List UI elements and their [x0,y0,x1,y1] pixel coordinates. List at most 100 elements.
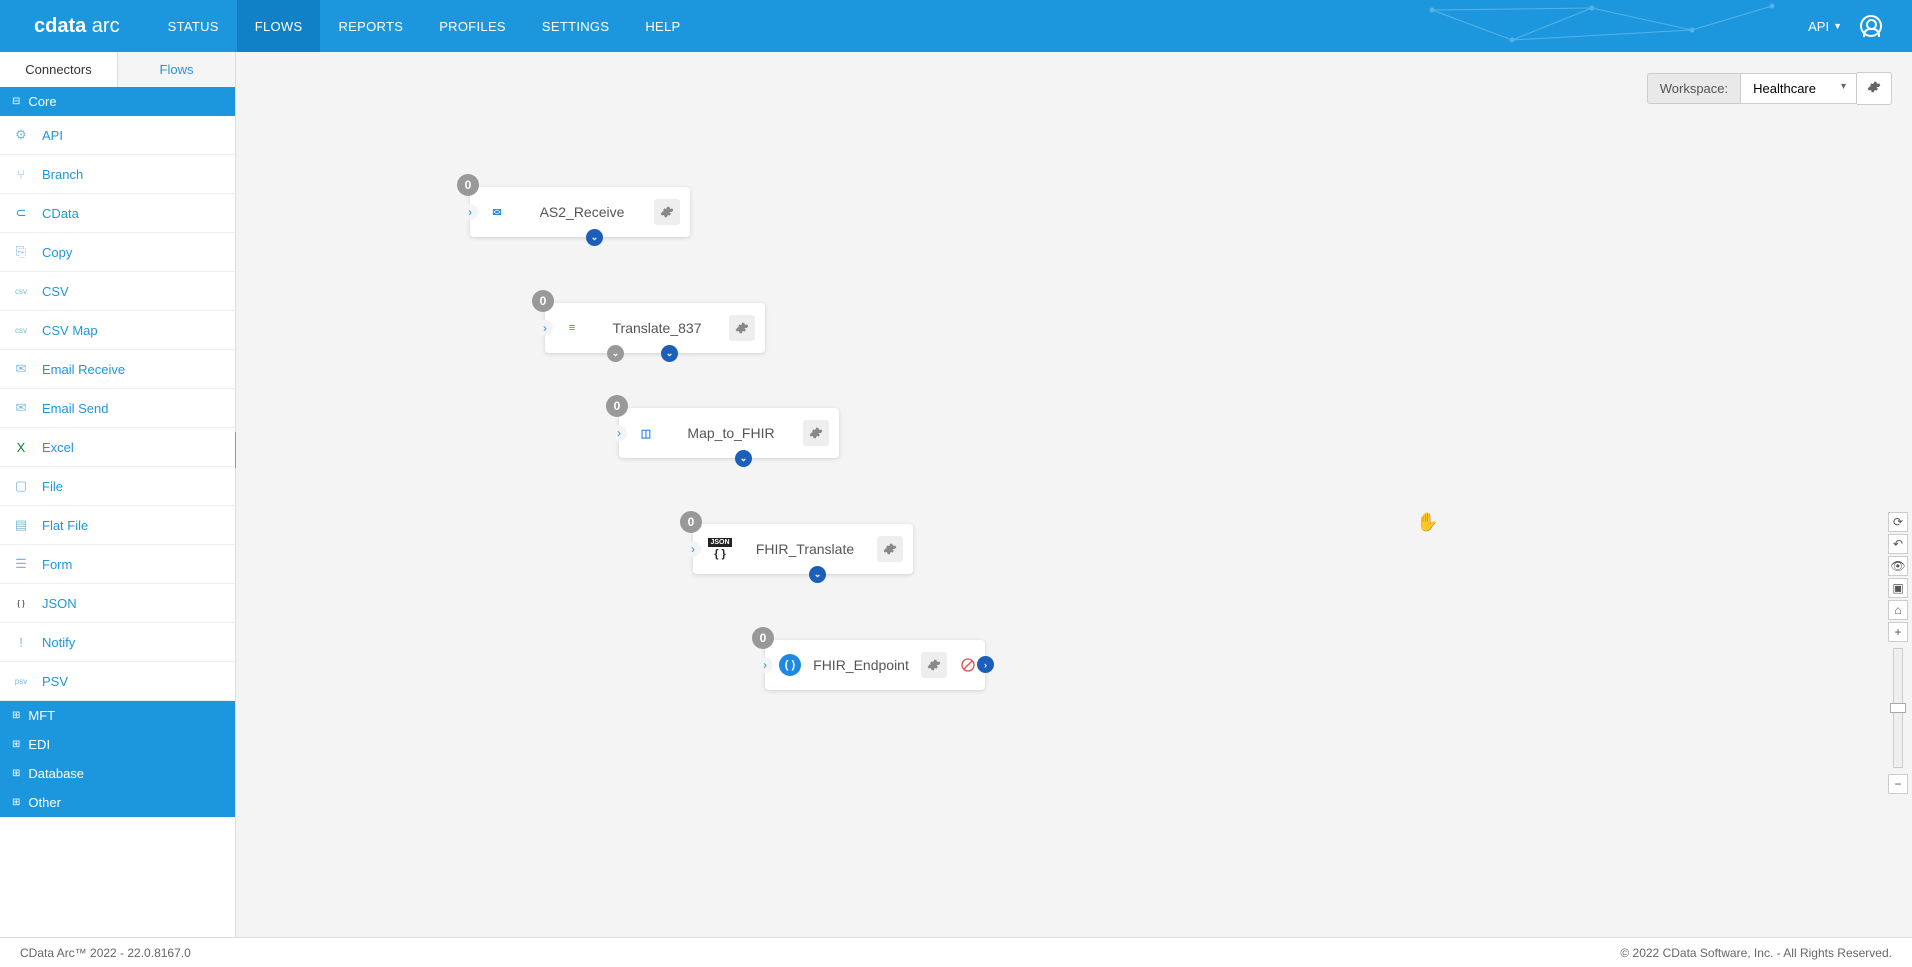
footer: CData Arc™ 2022 - 22.0.8167.0 © 2022 CDa… [0,937,1912,967]
input-port[interactable]: › [685,541,701,557]
flow-node-t837[interactable]: 0›≡Translate_837⌄⌄ [545,303,765,353]
nav-menu: STATUSFLOWSREPORTSPROFILESSETTINGSHELP [150,0,699,52]
as2-icon: ✉ [484,199,510,225]
connector-notify[interactable]: !Notify [0,623,235,662]
refresh-button[interactable]: ⟳ [1888,512,1908,532]
psv-icon: psv [12,672,30,690]
user-menu-icon[interactable] [1860,15,1882,37]
zoom-slider[interactable] [1893,648,1903,768]
json-icon: JSON{ } [707,536,733,562]
api-dropdown[interactable]: API▼ [1808,19,1842,34]
category-edi[interactable]: ⊞EDI [0,730,235,759]
node-settings-button[interactable] [654,199,680,225]
output-port[interactable]: ⌄ [809,566,826,583]
node-settings-button[interactable] [729,315,755,341]
connector-api[interactable]: ⚙API [0,116,235,155]
workspace-settings-button[interactable] [1857,72,1892,105]
zoom-in-button[interactable]: + [1888,622,1908,642]
connector-label: CData [42,206,79,221]
tab-connectors[interactable]: Connectors [0,52,118,87]
decorative-mesh [1392,0,1792,52]
x12-icon: ≡ [559,315,585,341]
node-settings-button[interactable] [803,420,829,446]
node-label: FHIR_Endpoint [801,657,921,673]
output-port-side[interactable]: › [977,656,994,673]
minus-icon: ⊟ [12,96,20,107]
connector-label: PSV [42,674,68,689]
category-mft[interactable]: ⊞MFT [0,701,235,730]
workspace-select[interactable]: Healthcare [1741,73,1857,104]
connector-excel[interactable]: XExcel [0,428,235,467]
category-database[interactable]: ⊞Database [0,759,235,788]
connector-flat-file[interactable]: ▤Flat File [0,506,235,545]
connector-copy[interactable]: ⎘Copy [0,233,235,272]
nav-status[interactable]: STATUS [150,0,237,52]
zoom-slider-handle[interactable] [1890,703,1906,713]
flow-canvas[interactable]: Workspace: Healthcare 0›✉AS2_Receive⌄0›≡… [236,52,1912,937]
connector-json[interactable]: { }JSON [0,584,235,623]
home-button[interactable]: ⌂ [1888,600,1908,620]
node-label: AS2_Receive [510,204,654,220]
output-port[interactable]: ⌄ [661,345,678,362]
plus-icon: ⊞ [12,797,20,808]
email-receive-icon: ✉ [12,360,30,378]
flow-node-fhirt[interactable]: 0›JSON{ }FHIR_Translate⌄ [693,524,913,574]
nav-flows[interactable]: FLOWS [237,0,321,52]
category-core[interactable]: ⊟Core [0,87,235,116]
node-badge: 0 [532,290,554,312]
connector-file[interactable]: ▢File [0,467,235,506]
connector-form[interactable]: ☰Form [0,545,235,584]
connector-branch[interactable]: ⑂Branch [0,155,235,194]
copyright-text: © 2022 CData Software, Inc. - All Rights… [1620,946,1892,960]
workspace-label: Workspace: [1647,73,1741,104]
connector-email-send[interactable]: ✉Email Send [0,389,235,428]
zoom-out-button[interactable]: − [1888,774,1908,794]
connector-label: CSV Map [42,323,98,338]
output-port[interactable]: ⌄ [735,450,752,467]
node-badge: 0 [606,395,628,417]
connector-label: CSV [42,284,69,299]
node-badge: 0 [457,174,479,196]
cursor-indicator: ✋ [1416,512,1438,533]
plus-icon: ⊞ [12,710,20,721]
input-port[interactable]: › [757,657,773,673]
connector-csv[interactable]: csvCSV [0,272,235,311]
view-toggle-button[interactable]: 👁 [1888,556,1908,576]
category-other[interactable]: ⊞Other [0,788,235,817]
cancel-icon[interactable] [957,654,979,676]
input-port[interactable]: › [462,204,478,220]
node-badge: 0 [680,511,702,533]
nav-profiles[interactable]: PROFILES [421,0,524,52]
file-icon: ▢ [12,477,30,495]
input-port[interactable]: › [537,320,553,336]
version-text: CData Arc™ 2022 - 22.0.8167.0 [20,946,191,960]
top-navbar: cdata arc STATUSFLOWSREPORTSPROFILESSETT… [0,0,1912,52]
node-settings-button[interactable] [921,652,947,678]
plus-icon: ⊞ [12,739,20,750]
node-settings-button[interactable] [877,536,903,562]
output-port[interactable]: ⌄ [607,345,624,362]
flow-node-map[interactable]: 0›◫Map_to_FHIR⌄ [619,408,839,458]
node-badge: 0 [752,627,774,649]
input-port[interactable]: › [611,425,627,441]
connector-csv-map[interactable]: csvCSV Map [0,311,235,350]
cdata-icon: ⊂ [12,204,30,222]
flow-node-as2[interactable]: 0›✉AS2_Receive⌄ [470,187,690,237]
connector-cdata[interactable]: ⊂ CData [0,194,235,233]
tab-flows[interactable]: Flows [118,52,235,87]
output-port[interactable]: ⌄ [586,229,603,246]
connector-label: Flat File [42,518,88,533]
fit-button[interactable]: ▣ [1888,578,1908,598]
connector-label: Email Send [42,401,108,416]
nav-help[interactable]: HELP [627,0,698,52]
undo-button[interactable]: ↶ [1888,534,1908,554]
flow-node-fhire[interactable]: 0›( )FHIR_Endpoint› [765,640,985,690]
nav-settings[interactable]: SETTINGS [524,0,627,52]
connector-label: Copy [42,245,72,260]
nav-reports[interactable]: REPORTS [320,0,421,52]
connector-label: Email Receive [42,362,125,377]
connector-label: JSON [42,596,77,611]
sidebar: Connectors Flows ⊟Core ⚙API⑂Branch ⊂ CData… [0,52,236,937]
connector-email-receive[interactable]: ✉ Email Receive [0,350,235,389]
connector-psv[interactable]: psv PSV [0,662,235,701]
